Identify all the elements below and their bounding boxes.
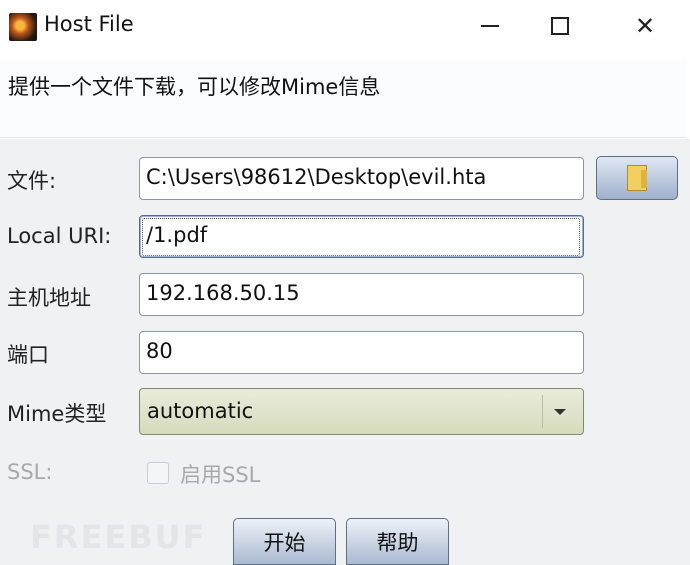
close-icon: ✕ (634, 12, 656, 40)
folder-icon (627, 165, 647, 191)
start-button[interactable]: 开始 (233, 518, 336, 565)
minimize-button[interactable] (467, 4, 513, 48)
maximize-button[interactable] (537, 4, 583, 48)
app-icon (9, 13, 37, 41)
mime-type-label: Mime类型 (7, 402, 107, 426)
maximize-icon (551, 17, 569, 35)
browse-file-button[interactable] (596, 156, 678, 200)
description-text: 提供一个文件下载，可以修改Mime信息 (8, 75, 381, 99)
enable-ssl-label: 启用SSL (180, 463, 261, 487)
local-uri-field[interactable]: /1.pdf (139, 215, 584, 258)
file-path-field[interactable]: C:\Users\98612\Desktop\evil.hta (139, 157, 584, 200)
local-uri-label: Local URI: (7, 224, 112, 248)
title-bar[interactable]: Host File ✕ (0, 0, 690, 52)
enable-ssl-checkbox[interactable] (147, 462, 169, 484)
help-button[interactable]: 帮助 (346, 518, 449, 565)
dropdown-arrow-button[interactable] (542, 395, 577, 428)
mime-type-select[interactable]: automatic (139, 388, 584, 435)
window-title: Host File (44, 12, 134, 36)
port-field[interactable]: 80 (139, 331, 584, 374)
file-label: 文件: (7, 169, 57, 193)
close-button[interactable]: ✕ (622, 4, 668, 48)
freebuf-watermark: FREEBUF (30, 518, 207, 556)
host-address-field[interactable]: 192.168.50.15 (139, 273, 584, 316)
ssl-label: SSL: (7, 460, 53, 484)
host-label: 主机地址 (7, 286, 91, 310)
description-panel: 提供一个文件下载，可以修改Mime信息 (0, 60, 686, 138)
mime-type-value: automatic (147, 399, 254, 423)
dropdown-arrow-icon (554, 408, 566, 415)
minimize-icon (481, 25, 499, 27)
port-label: 端口 (7, 343, 49, 367)
